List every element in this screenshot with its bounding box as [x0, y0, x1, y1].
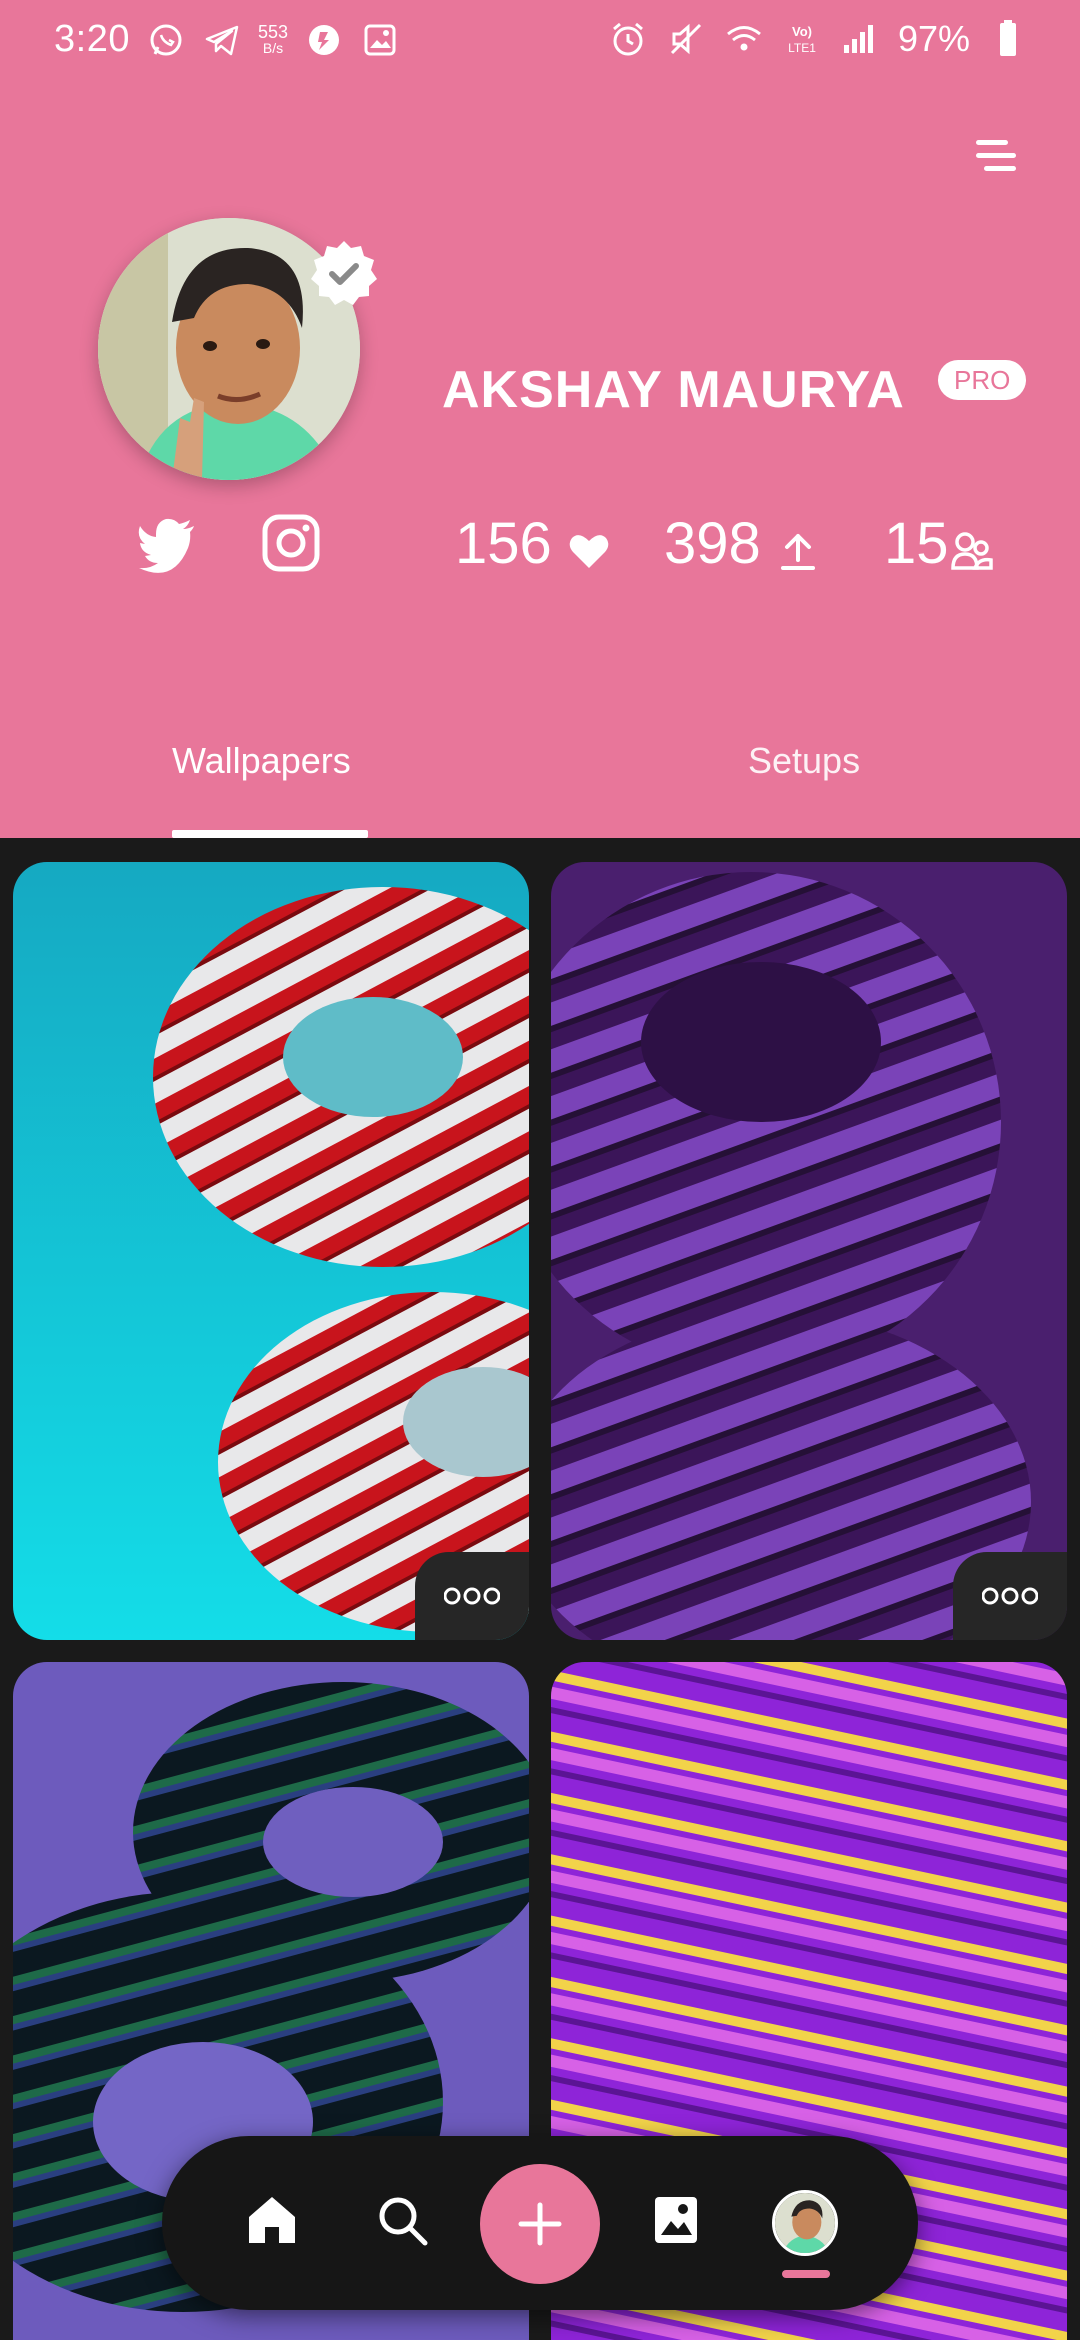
battery-percent: 97% [897, 18, 970, 59]
search-icon [379, 2197, 428, 2246]
status-left: 3:20 553 B/s [54, 18, 400, 61]
svg-text:LTE1: LTE1 [788, 41, 816, 55]
gallery-icon [360, 20, 400, 60]
uploads-count: 398 [664, 511, 761, 576]
net-speed-unit: B/s [262, 39, 284, 56]
nav-gallery[interactable] [626, 2170, 726, 2270]
instagram-link[interactable] [260, 512, 322, 574]
notification-icon [304, 20, 344, 60]
profile-avatar [775, 2193, 835, 2253]
telegram-icon [202, 20, 242, 60]
menu-button[interactable] [970, 136, 1022, 176]
tab-setups[interactable]: Setups [748, 740, 860, 782]
more-options-button[interactable] [953, 1552, 1067, 1640]
net-speed: 553 B/s [257, 21, 289, 56]
twitter-icon [138, 518, 194, 573]
upload-icon [775, 521, 821, 570]
verified-badge-icon [309, 238, 379, 308]
more-dots-icon [982, 1587, 1038, 1605]
signal-icon [840, 19, 880, 59]
battery-icon [988, 19, 1028, 59]
tab-wallpapers[interactable]: Wallpapers [172, 740, 351, 782]
wifi-icon [724, 19, 764, 59]
whatsapp-icon [146, 20, 186, 60]
nav-active-indicator [782, 2270, 830, 2278]
menu-icon [976, 140, 1016, 171]
likes-count: 156 [455, 511, 552, 576]
net-speed-value: 553 [257, 21, 289, 42]
volte-icon: Vo) LTE1 [782, 19, 822, 59]
nav-profile[interactable] [772, 2190, 838, 2256]
nav-home[interactable] [222, 2170, 322, 2270]
add-button[interactable] [480, 2164, 600, 2284]
wallpaper-card[interactable] [551, 862, 1067, 1640]
bottom-navigation [162, 2136, 918, 2310]
wallpaper-thumbnail [551, 862, 1067, 1640]
wallpaper-thumbnail [13, 862, 529, 1640]
alarm-icon [608, 19, 648, 59]
followers-count: 15 [884, 511, 949, 576]
status-right: Vo) LTE1 97% [608, 18, 1028, 60]
tab-active-indicator [172, 830, 368, 838]
status-time: 3:20 [54, 18, 130, 60]
pro-badge: PRO [938, 360, 1027, 400]
more-options-button[interactable] [415, 1552, 529, 1640]
mute-icon [666, 19, 706, 59]
add-icon [518, 2202, 562, 2246]
twitter-link[interactable] [136, 512, 198, 574]
stat-uploads: 398 [664, 510, 821, 577]
profile-header: 3:20 553 B/s Vo) LTE1 97% AKSHAY MAURYA … [0, 0, 1080, 838]
stat-likes: 156 [455, 510, 612, 577]
status-bar: 3:20 553 B/s Vo) LTE1 97% [0, 0, 1080, 90]
gallery-icon [655, 2197, 697, 2243]
stat-followers: 15 [884, 510, 995, 577]
svg-text:Vo): Vo) [792, 24, 812, 39]
home-icon [249, 2197, 295, 2243]
followers-icon [949, 521, 995, 570]
nav-search[interactable] [352, 2170, 452, 2270]
wallpaper-card[interactable] [13, 862, 529, 1640]
heart-icon [566, 521, 612, 568]
user-name: AKSHAY MAURYA [442, 361, 905, 419]
more-dots-icon [444, 1587, 500, 1605]
instagram-icon [262, 514, 320, 572]
